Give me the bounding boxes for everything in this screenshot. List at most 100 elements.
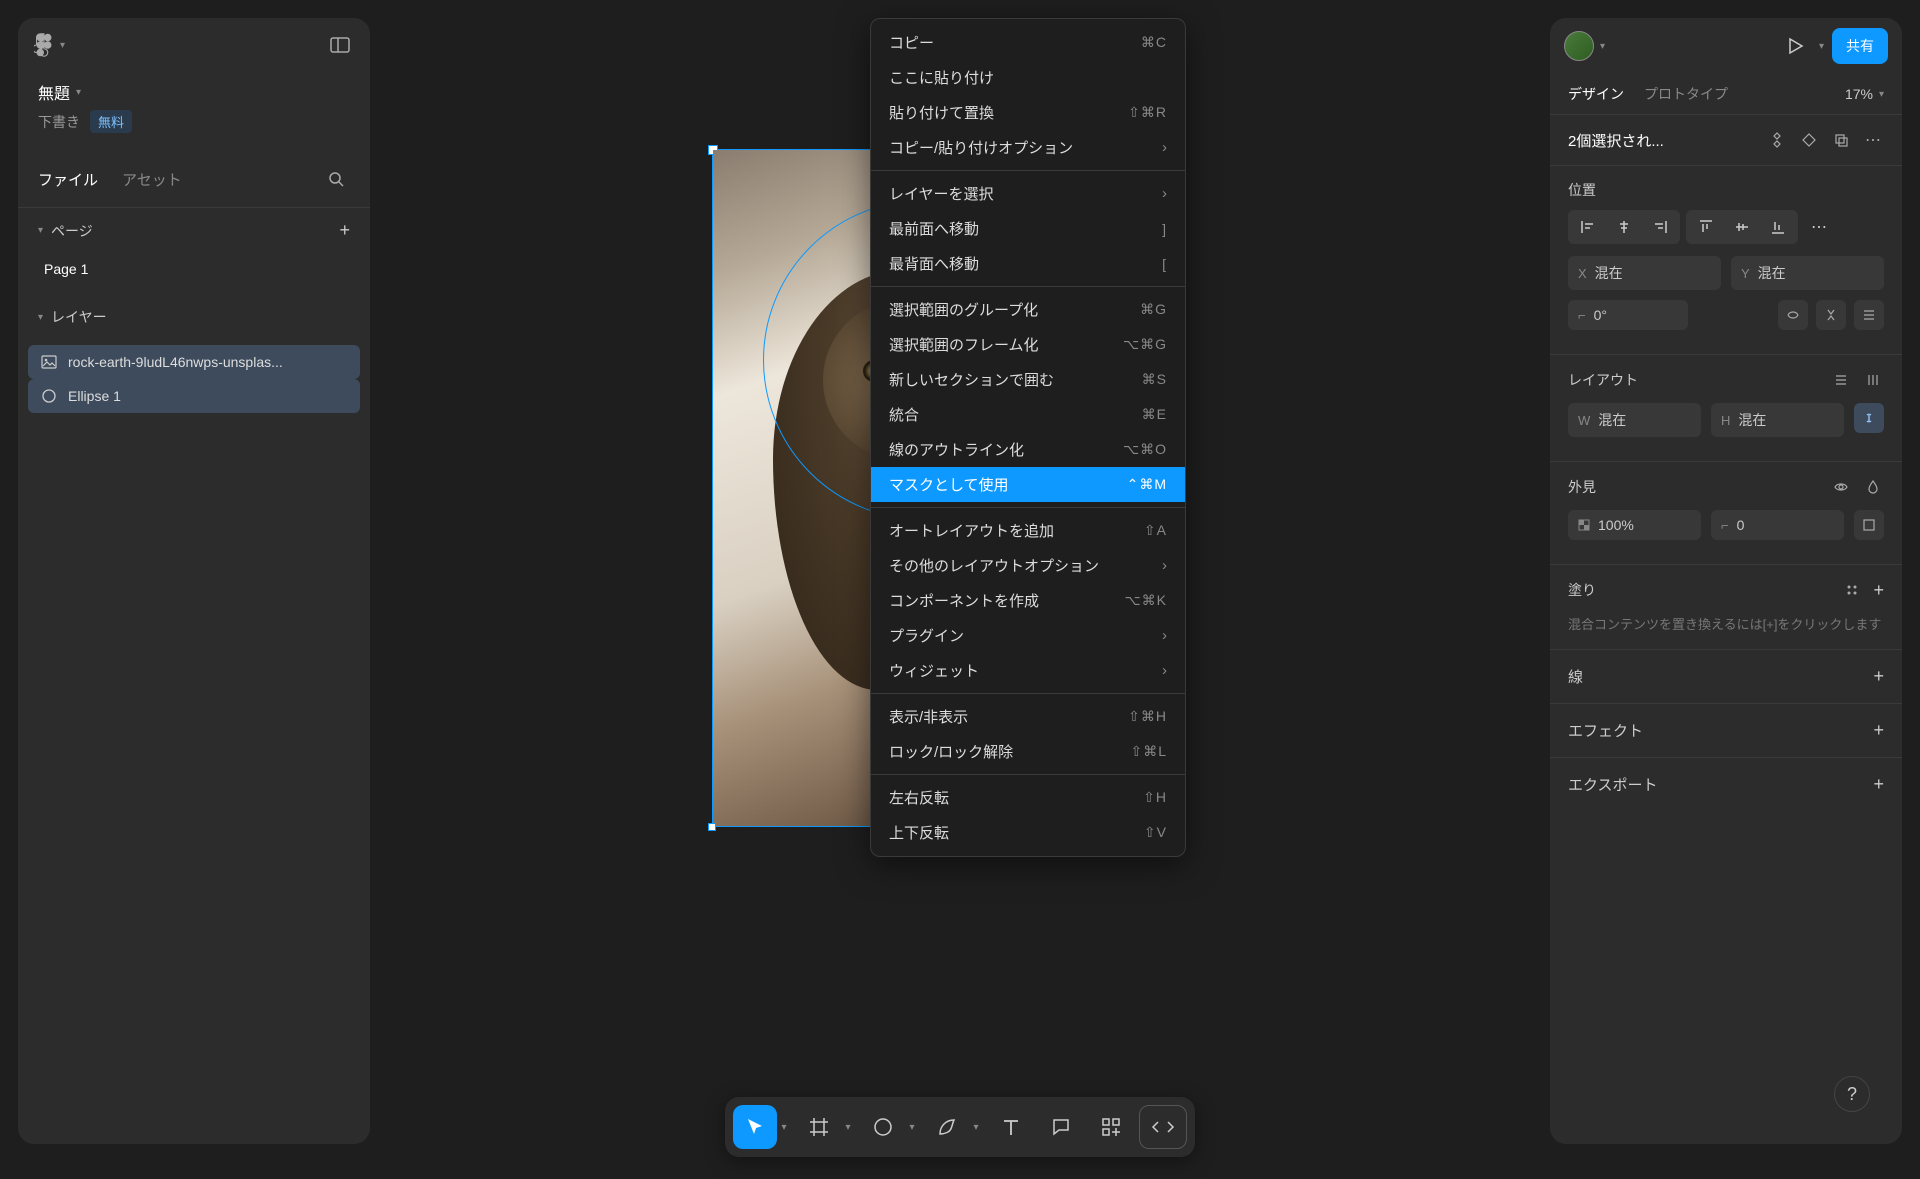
comment-tool[interactable] [1039,1105,1083,1149]
align-right[interactable] [1642,212,1678,242]
flip-v-button[interactable] [1816,300,1846,330]
add-stroke-button[interactable]: + [1873,666,1884,687]
actions-tool[interactable] [1089,1105,1133,1149]
autolayout-h-icon[interactable] [1862,369,1884,391]
chevron-right-icon: › [1162,627,1167,644]
search-button[interactable] [322,165,350,193]
text-tool[interactable] [989,1105,1033,1149]
align-left[interactable] [1570,212,1606,242]
width-input[interactable]: W混在 [1568,403,1701,437]
blend-icon[interactable] [1862,476,1884,498]
context-menu-item[interactable]: 上下反転⇧V [871,815,1185,850]
align-top[interactable] [1688,212,1724,242]
layer-item-image[interactable]: rock-earth-9ludL46nwps-unsplas... [28,345,360,379]
context-menu-item[interactable]: プラグイン› [871,618,1185,653]
align-bottom[interactable] [1760,212,1796,242]
tab-asset[interactable]: アセット [122,169,182,190]
more-icon[interactable]: ⋯ [1862,129,1884,151]
move-tool[interactable] [733,1105,777,1149]
share-button[interactable]: 共有 [1832,28,1888,64]
tidy-button[interactable] [1854,300,1884,330]
height-input[interactable]: H混在 [1711,403,1844,437]
context-menu-shortcut: ⌃⌘M [1127,476,1167,493]
instance-icon[interactable] [1798,129,1820,151]
align-horizontal-group [1568,210,1680,244]
zoom-control[interactable]: 17% ▾ [1845,86,1884,102]
move-tool-dropdown[interactable]: ▾ [777,1122,791,1133]
context-menu-item[interactable]: マスクとして使用⌃⌘M [871,467,1185,502]
chevron-down-icon: ▾ [1879,89,1884,100]
context-menu-item[interactable]: コピー⌘C [871,25,1185,60]
layers-section-header[interactable]: ▾ レイヤー [18,295,370,339]
add-effect-button[interactable]: + [1873,720,1884,741]
context-menu-item[interactable]: 選択範囲のグループ化⌘G [871,292,1185,327]
export-section[interactable]: エクスポート + [1550,758,1902,811]
context-menu-item[interactable]: コピー/貼り付けオプション› [871,130,1185,165]
add-fill-button[interactable]: + [1873,580,1884,601]
shape-tool[interactable] [861,1105,905,1149]
page-item[interactable]: Page 1 [18,253,370,285]
context-menu-item[interactable]: 貼り付けて置換⇧⌘R [871,95,1185,130]
align-v-center[interactable] [1724,212,1760,242]
canvas[interactable]: 1920 コピー⌘Cここに貼り付け貼り付けて置換⇧⌘Rコピー/貼り付けオプション… [390,18,1530,1161]
dev-mode-toggle[interactable] [1139,1105,1187,1149]
file-title-area: 無題 ▾ 下書き 無料 [18,72,370,137]
context-menu-item[interactable]: ロック/ロック解除⇧⌘L [871,734,1185,769]
shape-tool-dropdown[interactable]: ▾ [905,1122,919,1133]
context-menu-label: ウィジェット [889,660,979,681]
tab-design[interactable]: デザイン [1568,84,1624,104]
context-menu-item[interactable]: レイヤーを選択› [871,176,1185,211]
context-menu-item[interactable]: ウィジェット› [871,653,1185,688]
component-icon[interactable] [1766,129,1788,151]
rotation-input[interactable]: ⌐0° [1568,300,1688,330]
tab-file[interactable]: ファイル [38,169,98,190]
context-menu-item[interactable]: 最背面へ移動[ [871,246,1185,281]
context-menu-item[interactable]: 最前面へ移動] [871,211,1185,246]
stroke-section[interactable]: 線 + [1550,650,1902,704]
file-subtitle: 下書き 無料 [38,110,350,133]
context-menu-item[interactable]: ここに貼り付け [871,60,1185,95]
context-menu-item[interactable]: 選択範囲のフレーム化⌥⌘G [871,327,1185,362]
context-menu-item[interactable]: 統合⌘E [871,397,1185,432]
context-menu-item[interactable]: 線のアウトライン化⌥⌘O [871,432,1185,467]
panel-toggle-button[interactable] [326,31,354,59]
user-menu[interactable]: ▾ [1564,31,1605,61]
pen-tool[interactable] [925,1105,969,1149]
context-menu-divider [871,693,1185,694]
opacity-input[interactable]: 100% [1568,510,1701,540]
effect-section[interactable]: エフェクト + [1550,704,1902,758]
align-more[interactable]: ⋯ [1804,210,1834,244]
context-menu-item[interactable]: コンポーネントを作成⌥⌘K [871,583,1185,618]
context-menu-label: 表示/非表示 [889,706,968,727]
present-dropdown[interactable]: ▾ [1819,41,1824,52]
radius-detail-button[interactable] [1854,510,1884,540]
help-button[interactable]: ? [1834,1076,1870,1112]
link-dimensions-button[interactable] [1854,403,1884,433]
tab-prototype[interactable]: プロトタイプ [1644,84,1728,104]
pages-section-header[interactable]: ▾ ページ + [18,208,370,253]
align-h-center[interactable] [1606,212,1642,242]
flip-h-button[interactable] [1778,300,1808,330]
x-input[interactable]: X混在 [1568,256,1721,290]
position-label: 位置 [1568,180,1884,200]
context-menu-item[interactable]: 新しいセクションで囲む⌘S [871,362,1185,397]
add-page-button[interactable]: + [339,220,350,241]
autolayout-v-icon[interactable] [1830,369,1852,391]
present-button[interactable] [1779,30,1811,62]
file-title[interactable]: 無題 ▾ [38,80,350,104]
figma-menu[interactable]: ▾ [34,31,65,59]
add-export-button[interactable]: + [1873,774,1884,795]
context-menu-item[interactable]: オートレイアウトを追加⇧A [871,513,1185,548]
radius-input[interactable]: ⌐0 [1711,510,1844,540]
style-icon[interactable] [1841,579,1863,601]
layer-item-ellipse[interactable]: Ellipse 1 [28,379,360,413]
frame-tool[interactable] [797,1105,841,1149]
pen-tool-dropdown[interactable]: ▾ [969,1122,983,1133]
visibility-icon[interactable] [1830,476,1852,498]
frame-tool-dropdown[interactable]: ▾ [841,1122,855,1133]
y-input[interactable]: Y混在 [1731,256,1884,290]
context-menu-item[interactable]: 表示/非表示⇧⌘H [871,699,1185,734]
context-menu-item[interactable]: 左右反転⇧H [871,780,1185,815]
copy-icon[interactable] [1830,129,1852,151]
context-menu-item[interactable]: その他のレイアウトオプション› [871,548,1185,583]
